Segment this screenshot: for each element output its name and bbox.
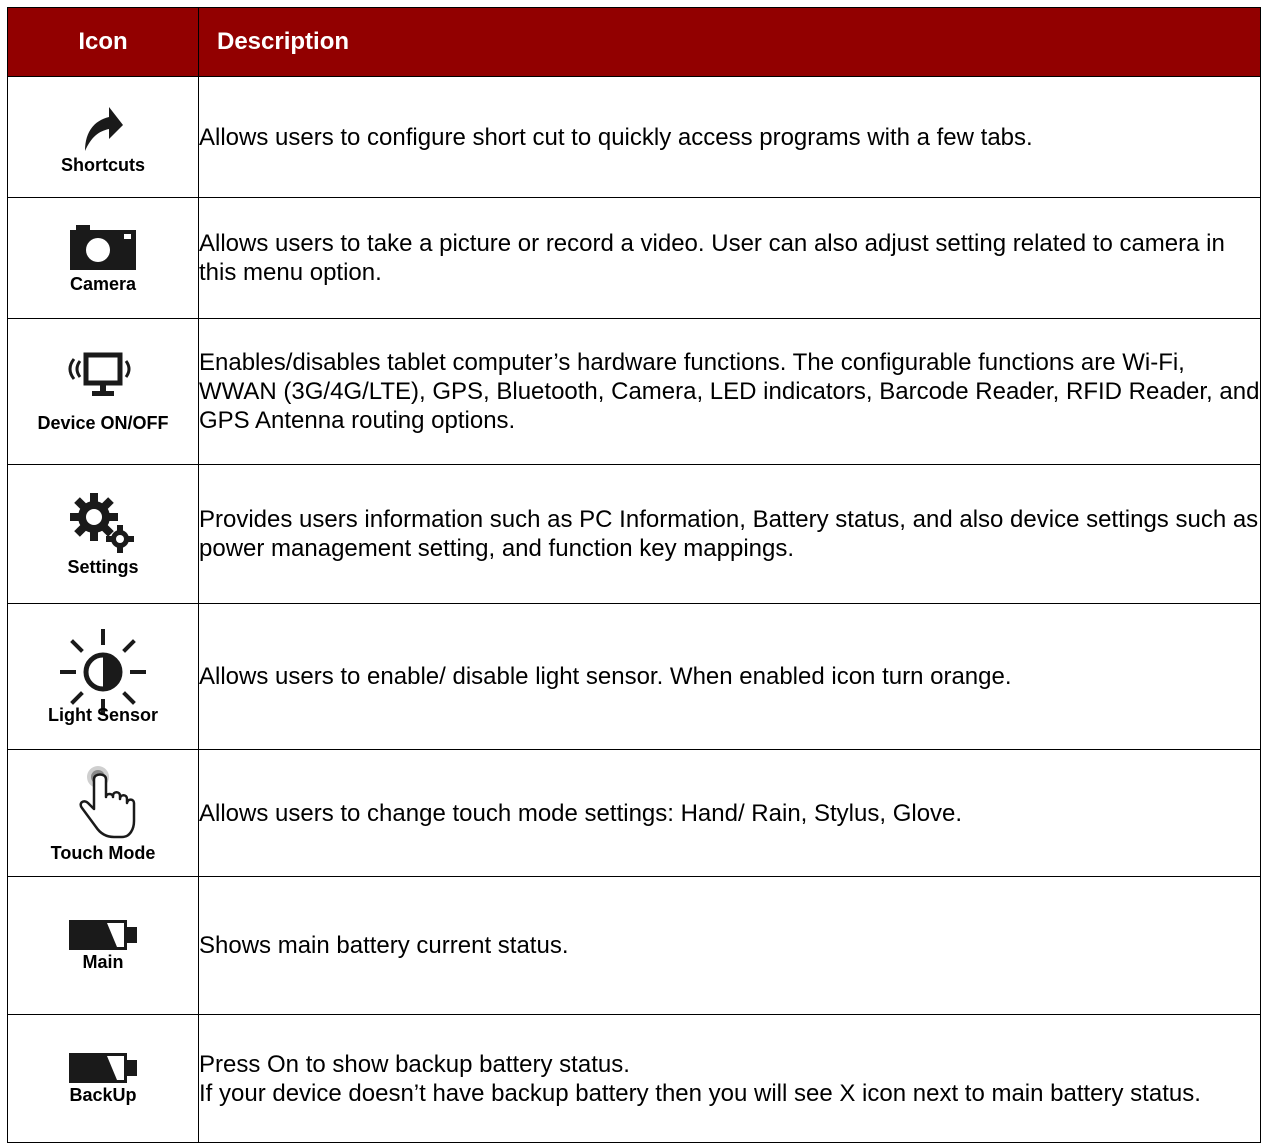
header-description-column: Description [198, 7, 1261, 77]
icon-label: BackUp [69, 1085, 137, 1105]
icon-cell: Shortcuts [7, 76, 199, 198]
camera-icon [70, 224, 136, 270]
icon-label: Touch Mode [50, 842, 156, 863]
table-row: Device ON/OFF Enables/disables tablet co… [7, 318, 1261, 465]
monitor-wireless-icon [68, 352, 131, 396]
icon-label: Light Sensor [47, 705, 158, 725]
header-icon-column: Icon [7, 7, 199, 77]
description-cell: Provides users information such as PC In… [198, 464, 1261, 604]
icon-cell: Camera [7, 197, 199, 319]
icon-description-table: Icon Description Shortcuts Allows users … [7, 7, 1261, 1143]
icon-cell: Main [7, 876, 199, 1015]
table-row: Touch Mode Allows users to change touch … [7, 749, 1261, 877]
description-cell: Allows users to enable/ disable light se… [198, 603, 1261, 750]
light-sensor-icon [60, 629, 146, 715]
icon-cell: Settings [7, 464, 199, 604]
touch-hand-icon [79, 765, 136, 838]
battery-icon [69, 1053, 137, 1083]
icon-label: Main [82, 952, 124, 972]
icon-label: Device ON/OFF [37, 413, 169, 433]
icon-cell: Device ON/OFF [7, 318, 199, 465]
description-cell: Press On to show backup battery status. … [198, 1014, 1261, 1143]
icon-cell: BackUp [7, 1014, 199, 1143]
icon-cell: Touch Mode [7, 749, 199, 877]
description-cell: Allows users to take a picture or record… [198, 197, 1261, 319]
battery-icon [69, 920, 137, 950]
icon-label: Camera [69, 273, 137, 294]
description-cell: Enables/disables tablet computer’s hardw… [198, 318, 1261, 465]
table-header-row: Icon Description [7, 7, 1261, 77]
table-row: Camera Allows users to take a picture or… [7, 197, 1261, 319]
gears-icon [70, 492, 134, 553]
table-row: Settings Provides users information such… [7, 464, 1261, 604]
icon-cell: Light Sensor [7, 603, 199, 750]
icon-label: Shortcuts [60, 154, 145, 175]
description-cell: Allows users to change touch mode settin… [198, 749, 1261, 877]
table-row: Main Shows main battery current status. [7, 876, 1261, 1015]
description-cell: Shows main battery current status. [198, 876, 1261, 1015]
table-row: Light Sensor Allows users to enable/ dis… [7, 603, 1261, 750]
icon-label: Settings [67, 556, 139, 577]
description-line: If your device doesn’t have backup batte… [199, 1079, 1201, 1107]
table-row: Shortcuts Allows users to configure shor… [7, 76, 1261, 198]
shortcut-arrow-icon [85, 106, 123, 151]
description-cell: Allows users to configure short cut to q… [198, 76, 1261, 198]
table-row: BackUp Press On to show backup battery s… [7, 1014, 1261, 1143]
description-line: Press On to show backup battery status. [199, 1050, 630, 1078]
